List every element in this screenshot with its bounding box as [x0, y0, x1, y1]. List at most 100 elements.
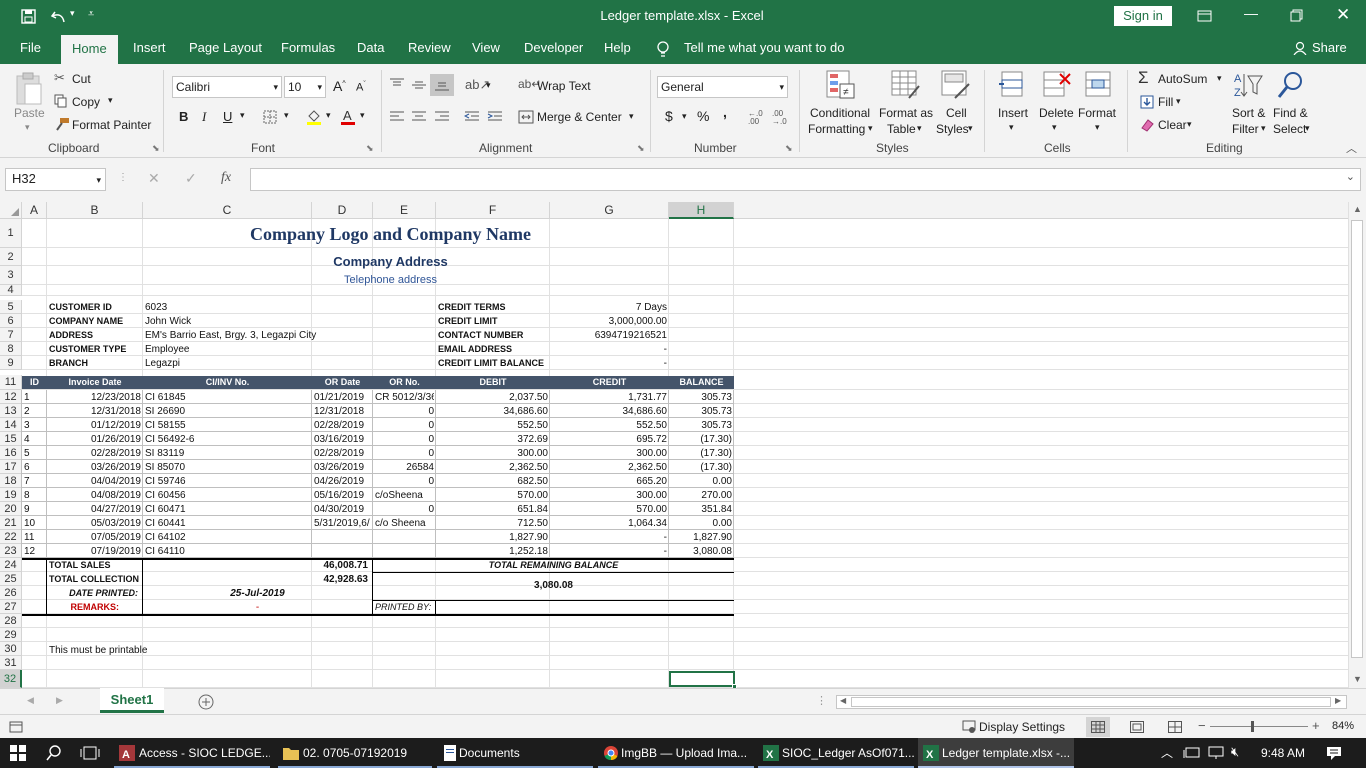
table-cell[interactable]: 0.00: [671, 518, 732, 529]
format-cells-button[interactable]: Format: [1078, 106, 1116, 120]
insert-dropdown-icon[interactable]: ▾: [1009, 122, 1014, 133]
table-cell[interactable]: (17.30): [671, 462, 732, 473]
info-label[interactable]: CREDIT LIMIT: [438, 316, 548, 326]
table-cell[interactable]: 11: [24, 532, 45, 543]
info-label[interactable]: CUSTOMER TYPE: [49, 344, 141, 354]
table-cell[interactable]: 02/28/2019: [314, 420, 371, 431]
table-cell[interactable]: CI 60471: [145, 504, 310, 515]
align-top-icon[interactable]: [389, 78, 405, 90]
sort-dropdown-icon[interactable]: ▾: [1261, 123, 1266, 134]
table-cell[interactable]: 1: [24, 392, 45, 403]
row-header-31[interactable]: 31: [0, 656, 22, 670]
row-header-4[interactable]: 4: [0, 285, 22, 296]
total-sales-value[interactable]: 46,008.71: [143, 560, 369, 571]
table-cell[interactable]: CI 60441: [145, 518, 310, 529]
row-header-30[interactable]: 30: [0, 642, 22, 656]
row-header-26[interactable]: 26: [0, 586, 22, 600]
insert-function-button[interactable]: fx: [221, 170, 231, 186]
fill-dropdown-icon[interactable]: ▾: [1176, 96, 1181, 107]
paste-button[interactable]: Paste: [14, 106, 45, 120]
table-cell[interactable]: 02/28/2019: [314, 448, 371, 459]
row-header-8[interactable]: 8: [0, 342, 22, 356]
tray-monitor-icon[interactable]: [1208, 746, 1226, 760]
clear-eraser-icon[interactable]: [1140, 118, 1154, 132]
restore-icon[interactable]: [1290, 9, 1304, 23]
name-box[interactable]: H32 ▾: [5, 168, 106, 191]
vertical-scrollbar[interactable]: ▲ ▼: [1348, 202, 1366, 688]
row-header-1[interactable]: 1: [0, 219, 22, 248]
number-launcher-icon[interactable]: ⬊: [785, 143, 793, 154]
taskbar-excel-ledger[interactable]: X Ledger template.xlsx -...: [918, 738, 1074, 768]
cell-styles-dropdown-icon[interactable]: ▾: [968, 123, 973, 134]
orientation-dropdown-icon[interactable]: ▾: [486, 80, 491, 91]
align-left-icon[interactable]: [389, 110, 405, 124]
fill-button[interactable]: Fill: [1158, 95, 1173, 109]
column-header-f[interactable]: F: [436, 202, 550, 219]
table-cell[interactable]: 305.73: [671, 420, 732, 431]
table-cell[interactable]: 0: [375, 448, 434, 459]
underline-dropdown-icon[interactable]: ▾: [240, 110, 245, 121]
prev-sheet-icon[interactable]: ◀: [27, 695, 34, 706]
increase-indent-icon[interactable]: [487, 110, 503, 124]
search-icon[interactable]: [46, 745, 62, 761]
info-value[interactable]: Legazpi: [145, 358, 370, 369]
table-cell[interactable]: 305.73: [671, 406, 732, 417]
header-cell[interactable]: OR No.: [373, 377, 436, 387]
column-header-b[interactable]: B: [47, 202, 143, 219]
table-cell[interactable]: 12: [24, 546, 45, 557]
table-cell[interactable]: 07/05/2019: [49, 532, 141, 543]
row-header-25[interactable]: 25: [0, 572, 22, 586]
table-cell[interactable]: 10: [24, 518, 45, 529]
info-label[interactable]: COMPANY NAME: [49, 316, 141, 326]
printed-by-label[interactable]: PRINTED BY:: [375, 602, 435, 612]
insert-cells-icon[interactable]: [998, 70, 1028, 102]
cell-styles-label[interactable]: Styles: [936, 122, 969, 136]
table-cell[interactable]: 01/12/2019: [49, 420, 141, 431]
sort-filter-label[interactable]: Filter: [1232, 122, 1259, 136]
undo-dropdown-icon[interactable]: ▾: [70, 8, 75, 19]
tab-home[interactable]: Home: [61, 35, 118, 64]
decrease-font-icon[interactable]: Aˇ: [356, 81, 366, 94]
total-remaining-label[interactable]: TOTAL REMAINING BALANCE: [373, 560, 734, 570]
find-dropdown-icon[interactable]: ▾: [1305, 123, 1310, 134]
table-cell[interactable]: 300.00: [438, 448, 548, 459]
format-table-dropdown-icon[interactable]: ▾: [917, 123, 922, 134]
table-cell[interactable]: CI 64110: [145, 546, 310, 557]
font-color-dropdown-icon[interactable]: ▾: [360, 110, 365, 121]
zoom-slider-track[interactable]: [1210, 726, 1308, 727]
header-cell[interactable]: BALANCE: [669, 377, 734, 387]
table-cell[interactable]: 1,252.18: [438, 546, 548, 557]
fill-color-icon[interactable]: [306, 108, 322, 126]
alignment-launcher-icon[interactable]: ⬊: [637, 143, 645, 154]
table-cell[interactable]: 0: [375, 504, 434, 515]
header-cell[interactable]: ID: [22, 377, 47, 387]
table-cell[interactable]: 03/26/2019: [314, 462, 371, 473]
font-launcher-icon[interactable]: ⬊: [366, 143, 374, 154]
sheet-tab-sheet1[interactable]: Sheet1: [100, 688, 164, 713]
enter-check-icon[interactable]: ✓: [185, 170, 197, 187]
format-as-table-label[interactable]: Table: [887, 122, 916, 136]
table-cell[interactable]: 682.50: [438, 476, 548, 487]
minimize-icon[interactable]: —: [1244, 5, 1258, 21]
table-cell[interactable]: 12/31/2018: [314, 406, 371, 417]
table-cell[interactable]: SI 26690: [145, 406, 310, 417]
delete-dropdown-icon[interactable]: ▾: [1052, 122, 1057, 133]
taskbar-access[interactable]: A Access - SIOC LEDGE...: [114, 738, 270, 768]
info-value[interactable]: 6023: [145, 302, 370, 313]
table-cell[interactable]: 04/27/2019: [49, 504, 141, 515]
undo-icon[interactable]: [50, 9, 68, 25]
table-cell[interactable]: 570.00: [552, 504, 667, 515]
sort-filter-icon[interactable]: AZ: [1232, 70, 1264, 102]
tab-split-icon[interactable]: ⋮: [816, 694, 827, 707]
delete-cells-icon[interactable]: [1042, 70, 1072, 102]
info-label[interactable]: BRANCH: [49, 358, 141, 368]
info-value[interactable]: EM's Barrio East, Brgy. 3, Legazpi City: [145, 330, 370, 341]
windows-start-icon[interactable]: [10, 745, 26, 761]
tray-chevron-icon[interactable]: ︿: [1161, 744, 1173, 761]
table-cell[interactable]: c/o Sheena: [375, 518, 434, 529]
font-size-select[interactable]: 10 ▾: [284, 76, 326, 98]
display-settings-button[interactable]: Display Settings: [979, 720, 1065, 734]
table-cell[interactable]: 300.00: [552, 448, 667, 459]
header-cell[interactable]: Invoice Date: [47, 377, 143, 387]
info-value[interactable]: 3,000,000.00: [550, 316, 667, 327]
